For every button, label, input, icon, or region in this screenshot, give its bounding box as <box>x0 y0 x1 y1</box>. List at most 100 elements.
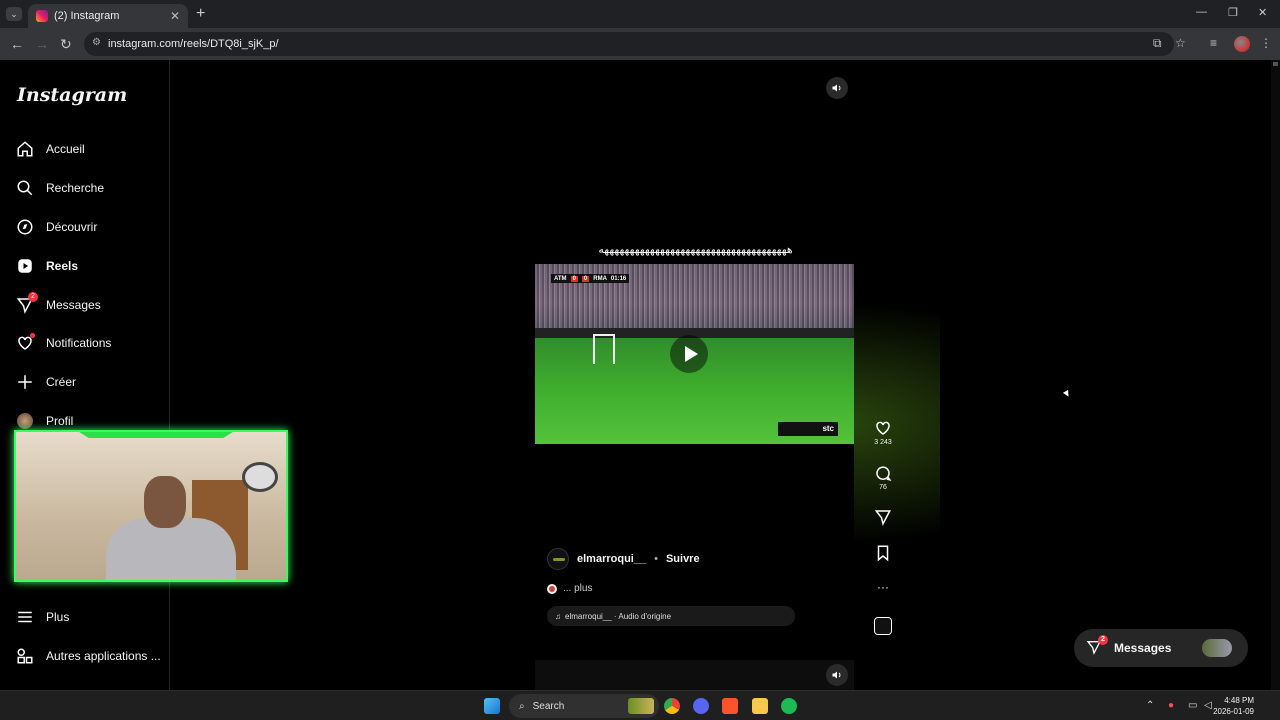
instagram-logo[interactable]: Instagram <box>17 84 127 106</box>
tray-chevron-icon[interactable]: ⌃ <box>1146 700 1154 711</box>
browser-tabstrip: ⌄ (2) Instagram ✕ + — ❐ ✕ <box>0 0 1280 28</box>
sidebar-item-notifications[interactable]: Notifications <box>16 331 111 355</box>
messages-pill-label: Messages <box>1114 641 1172 655</box>
next-reel-container <box>535 660 854 690</box>
tab-instagram[interactable]: (2) Instagram ✕ <box>28 4 188 28</box>
save-button[interactable] <box>870 544 896 562</box>
site-info-icon[interactable]: ⚙ <box>92 37 101 48</box>
more-options-button[interactable]: ··· <box>870 580 896 594</box>
webcam-wall-clock <box>242 462 278 492</box>
audio-pill[interactable]: ♫ elmarroqui__ · Audio d'origine <box>547 606 795 626</box>
sidebar-item-label: Créer <box>46 375 77 389</box>
discord-icon[interactable] <box>693 698 709 714</box>
messages-pill-badge: 2 <box>1098 635 1108 645</box>
install-app-icon[interactable]: ⧉ <box>1153 36 1162 51</box>
volume-tray-icon[interactable]: ◁ <box>1204 700 1212 711</box>
file-explorer-icon[interactable] <box>752 698 768 714</box>
sidebar-item-label: Notifications <box>46 336 112 350</box>
maximize-button[interactable]: ❐ <box>1228 6 1238 19</box>
mouse-cursor-icon <box>1062 389 1072 399</box>
bookmark-star-icon[interactable]: ☆ <box>1175 36 1186 50</box>
home-icon <box>16 140 34 158</box>
window-close-button[interactable]: ✕ <box>1258 6 1267 19</box>
webcam-person-head <box>144 476 186 528</box>
play-icon <box>684 346 698 362</box>
caption-emoji-icon <box>547 583 557 594</box>
score-away: 0 <box>581 275 590 282</box>
search-highlight-icon[interactable] <box>628 698 654 714</box>
sidebar-item-messages[interactable]: 2 Messages <box>16 292 101 317</box>
media-control-icon[interactable]: ≡ <box>1210 36 1217 50</box>
author-avatar[interactable] <box>547 548 569 570</box>
sidebar-item-label: Profil <box>46 414 74 428</box>
brave-icon[interactable] <box>722 698 738 714</box>
separator: • <box>654 553 658 565</box>
send-icon <box>874 510 891 526</box>
play-button[interactable] <box>670 335 708 373</box>
apps-icon <box>16 647 34 665</box>
address-bar[interactable]: ⚙ instagram.com/reels/DTQ8i_sjK_p/ <box>84 32 1174 56</box>
audio-thumbnail[interactable] <box>870 617 896 635</box>
spotify-icon[interactable] <box>781 698 797 714</box>
minimize-button[interactable]: — <box>1196 6 1207 18</box>
messages-pill[interactable]: 2 Messages <box>1074 629 1248 667</box>
share-button[interactable] <box>870 508 896 526</box>
sidebar-item-plus[interactable]: Plus <box>16 605 69 629</box>
sidebar-item-reels[interactable]: Reels <box>16 254 78 278</box>
sidebar-item-label: Découvrir <box>46 220 98 234</box>
page-scrollbar[interactable] <box>1271 60 1280 690</box>
comment-count: 76 <box>879 484 887 491</box>
taskbar-clock[interactable]: 4:48 PM 2026-01-09 <box>1213 695 1254 717</box>
score-away-team: RMA <box>593 275 607 282</box>
next-volume-button[interactable] <box>826 664 848 686</box>
windows-start-icon[interactable] <box>484 698 500 714</box>
windows-taskbar: ⌕ Search ⌃ ● ▭ ◁ 4:48 PM 2026-01-09 <box>0 690 1280 720</box>
sidebar-item-accueil[interactable]: Accueil <box>16 137 85 161</box>
volume-icon <box>832 84 841 92</box>
reels-icon <box>16 257 34 275</box>
goal-frame <box>593 334 615 364</box>
back-arrow-icon[interactable]: ← <box>10 36 24 52</box>
avatar <box>16 412 34 430</box>
notification-dot <box>30 333 35 338</box>
instagram-favicon-icon <box>36 10 48 22</box>
sidebar-item-decouvrir[interactable]: Découvrir <box>16 215 97 239</box>
network-icon[interactable]: ▭ <box>1188 700 1197 711</box>
messages-icon: 2 <box>1086 635 1108 657</box>
sidebar-item-autres-applications[interactable]: Autres applications ... <box>16 644 161 668</box>
reel-container: هههههههههههههههههههههههههههههههههههههه A… <box>535 71 854 637</box>
messages-badge: 2 <box>28 292 38 302</box>
scroll-up-arrow[interactable] <box>1273 62 1278 66</box>
taskbar-date: 2026-01-09 <box>1213 707 1254 716</box>
sidebar-item-label: Reels <box>46 259 79 273</box>
volume-button[interactable] <box>826 77 848 99</box>
sidebar-item-recherche[interactable]: Recherche <box>16 176 104 200</box>
tab-close-icon[interactable]: ✕ <box>170 9 180 23</box>
follow-button[interactable]: Suivre <box>666 553 700 565</box>
plus-icon <box>16 373 34 391</box>
music-note-icon: ♫ <box>555 611 561 621</box>
comment-button[interactable]: 76 <box>870 464 896 491</box>
score-home-team: ATM <box>554 275 567 282</box>
compass-icon <box>16 218 34 236</box>
reload-icon[interactable]: ↻ <box>60 36 72 53</box>
chrome-icon[interactable] <box>664 698 680 714</box>
sidebar-item-creer[interactable]: Créer <box>16 370 76 394</box>
new-tab-button[interactable]: + <box>196 5 205 23</box>
like-button[interactable]: 3 243 <box>870 419 896 446</box>
tab-search-button[interactable]: ⌄ <box>6 7 22 21</box>
forward-arrow-icon[interactable]: → <box>35 36 49 52</box>
sidebar-item-label: Accueil <box>46 142 85 156</box>
reel-caption: ... plus <box>547 583 592 594</box>
microphone-icon[interactable]: ● <box>1168 700 1174 711</box>
reel-video[interactable]: ATM 0 0 RMA 01:16 stc <box>535 264 854 444</box>
caption-more-link[interactable]: ... plus <box>563 583 592 594</box>
search-icon <box>16 179 34 197</box>
volume-icon <box>832 671 841 679</box>
author-username[interactable]: elmarroqui__ <box>577 553 646 565</box>
profile-avatar[interactable] <box>1234 36 1250 52</box>
tab-title: (2) Instagram <box>54 10 120 22</box>
chrome-menu-icon[interactable]: ⋮ <box>1260 36 1272 50</box>
taskbar-time: 4:48 PM <box>1224 696 1254 705</box>
bookmark-icon <box>877 545 889 562</box>
